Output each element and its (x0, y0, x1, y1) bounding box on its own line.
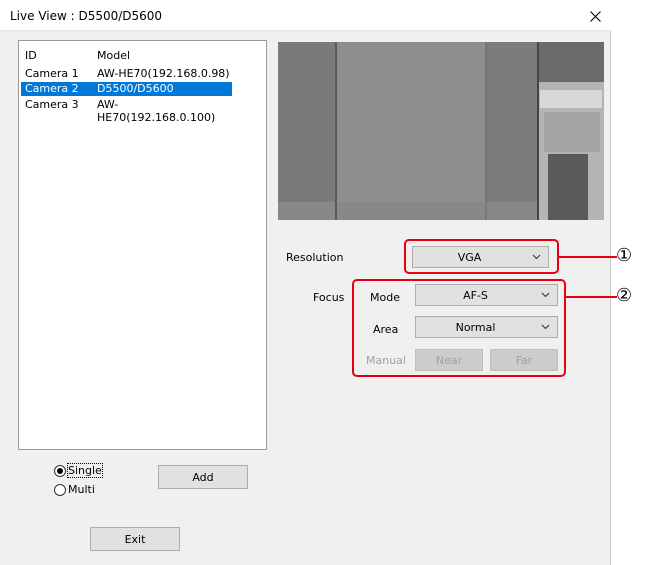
live-preview-image (278, 42, 604, 220)
camera-id: Camera 2 (25, 82, 79, 95)
camera-id: Camera 1 (25, 67, 79, 80)
callout-line-1 (559, 256, 617, 258)
radio-dot (57, 468, 63, 474)
camera-model: D5500/D5600 (97, 82, 174, 95)
callout-line-2 (566, 296, 617, 298)
camera-model: AW-HE70(192.168.0.100) (97, 98, 216, 124)
callout-box-focus (352, 279, 566, 377)
multi-radio[interactable] (54, 484, 66, 496)
callout-number-1: ① (616, 245, 633, 266)
title-bar: Live View : D5500/D5600 (0, 0, 611, 31)
exit-button[interactable]: Exit (90, 527, 180, 551)
resolution-label: Resolution (286, 251, 344, 264)
single-radio[interactable] (54, 465, 66, 477)
add-button[interactable]: Add (158, 465, 248, 489)
camera-list[interactable]: ID Model Camera 1 AW-HE70(192.168.0.98) … (18, 40, 267, 450)
camera-row-1[interactable]: Camera 1 AW-HE70(192.168.0.98) (21, 67, 232, 81)
close-button[interactable] (583, 6, 607, 26)
column-header-id[interactable]: ID (25, 49, 37, 62)
camera-model: AW-HE70(192.168.0.98) (97, 67, 230, 80)
callout-number-2: ② (616, 285, 633, 306)
multi-label[interactable]: Multi (68, 483, 95, 496)
callout-box-resolution (404, 239, 559, 274)
camera-row-3[interactable]: Camera 3 AW-HE70(192.168.0.100) (21, 98, 232, 124)
column-header-model[interactable]: Model (97, 49, 130, 62)
close-icon (589, 10, 601, 22)
focus-label: Focus (313, 291, 345, 304)
single-label[interactable]: Single (67, 463, 103, 478)
camera-row-2[interactable]: Camera 2 D5500/D5600 (21, 82, 232, 96)
window-title: Live View : D5500/D5600 (10, 9, 163, 23)
camera-id: Camera 3 (25, 98, 79, 111)
